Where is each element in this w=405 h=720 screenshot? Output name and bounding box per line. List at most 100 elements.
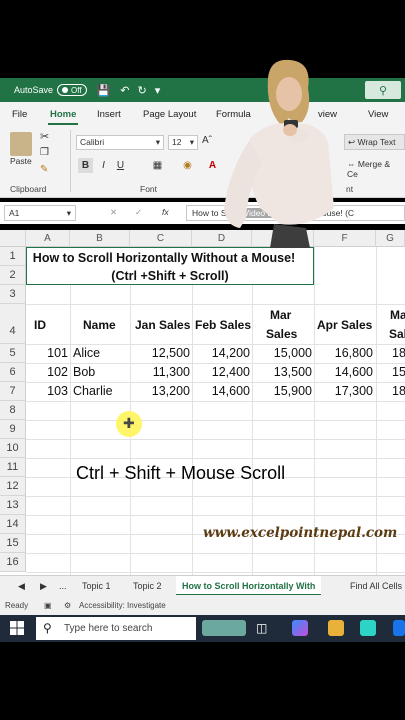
header-mar-line2[interactable]: Sales xyxy=(266,327,297,341)
presenter-figure xyxy=(224,59,334,248)
cell-may[interactable]: 18 xyxy=(392,384,405,398)
row-header[interactable]: 3 xyxy=(0,285,26,304)
header-name[interactable]: Name xyxy=(83,318,116,332)
tab-insert[interactable]: Insert xyxy=(97,109,121,120)
underline-button[interactable]: U xyxy=(113,158,128,173)
tab-page-layout[interactable]: Page Layout xyxy=(143,109,196,120)
tab-file[interactable]: File xyxy=(12,109,27,120)
cell-id[interactable]: 101 xyxy=(26,346,68,360)
app-icon[interactable] xyxy=(393,620,405,636)
column-header-g[interactable]: G xyxy=(376,230,405,247)
cell-apr[interactable]: 17,300 xyxy=(314,384,373,398)
header-jan[interactable]: Jan Sales xyxy=(135,318,190,332)
redo-icon[interactable]: ↻ xyxy=(137,84,146,97)
taskbar-search-box[interactable]: ⚲ Type here to search xyxy=(36,617,196,640)
row-header[interactable]: 6 xyxy=(0,363,26,382)
row-header[interactable]: 8 xyxy=(0,401,26,420)
copy-icon[interactable]: ❐ xyxy=(40,147,49,158)
row-header[interactable]: 12 xyxy=(0,477,26,496)
widgets-icon[interactable] xyxy=(202,620,246,636)
copilot-icon[interactable] xyxy=(292,620,308,636)
cell-may[interactable]: 18 xyxy=(392,346,405,360)
cell-mar[interactable]: 15,900 xyxy=(252,384,312,398)
row-header[interactable]: 4 xyxy=(0,304,26,344)
cell-may[interactable]: 15 xyxy=(392,365,405,379)
cell-apr[interactable]: 14,600 xyxy=(314,365,373,379)
column-header-a[interactable]: A xyxy=(26,230,70,247)
name-box[interactable]: A1 ▾ xyxy=(4,205,76,221)
group-divider xyxy=(70,130,71,192)
header-feb[interactable]: Feb Sales xyxy=(195,318,251,332)
header-mar-line1[interactable]: Mar xyxy=(270,308,291,322)
paste-icon[interactable] xyxy=(10,132,32,156)
cell-jan[interactable]: 13,200 xyxy=(130,384,190,398)
font-size-select[interactable]: 12 ▾ xyxy=(168,135,198,150)
sheet-title-line1: How to Scroll Horizontally Without a Mou… xyxy=(27,251,313,265)
row-header[interactable]: 10 xyxy=(0,439,26,458)
scroll-left-icon[interactable]: ◀ xyxy=(18,581,25,592)
autosave-toggle[interactable]: Off xyxy=(57,84,87,96)
row-header[interactable]: 1 xyxy=(0,247,26,266)
scroll-right-icon[interactable]: ▶ xyxy=(40,581,47,592)
cell-id[interactable]: 102 xyxy=(26,365,68,379)
column-header-c[interactable]: C xyxy=(130,230,192,247)
header-may-line1[interactable]: Ma xyxy=(390,308,405,322)
cell-feb[interactable]: 14,600 xyxy=(192,384,250,398)
task-view-icon[interactable]: ◫ xyxy=(256,621,267,635)
save-icon[interactable]: 💾 xyxy=(97,84,111,97)
header-may-line2[interactable]: Sal xyxy=(389,327,405,341)
enter-icon[interactable]: ✓ xyxy=(135,207,142,218)
windows-start-icon[interactable] xyxy=(10,621,24,635)
sheet-tab-topic-1[interactable]: Topic 1 xyxy=(82,581,111,591)
macro-icon[interactable]: ▣ xyxy=(44,601,52,610)
cell-name[interactable]: Charlie xyxy=(73,384,113,398)
cell-name[interactable]: Bob xyxy=(73,365,95,379)
row-header[interactable]: 14 xyxy=(0,515,26,534)
sheet-tab-topic-2[interactable]: Topic 2 xyxy=(133,581,162,591)
row-header[interactable]: 7 xyxy=(0,382,26,401)
italic-button[interactable]: I xyxy=(96,158,111,173)
accessibility-status[interactable]: Accessibility: Investigate xyxy=(79,601,166,610)
cell-mar[interactable]: 13,500 xyxy=(252,365,312,379)
cell-jan[interactable]: 12,500 xyxy=(130,346,190,360)
paste-label[interactable]: Paste xyxy=(10,156,32,166)
row-header[interactable]: 13 xyxy=(0,496,26,515)
merged-title-cell[interactable]: How to Scroll Horizontally Without a Mou… xyxy=(26,247,314,285)
tab-home[interactable]: Home xyxy=(50,109,76,120)
borders-icon[interactable]: ▦ xyxy=(150,158,165,173)
worksheet-grid[interactable]: A B C D E F G 1 2 3 4 5 6 7 8 9 10 11 12… xyxy=(0,230,405,575)
header-apr[interactable]: Apr Sales xyxy=(317,318,372,332)
undo-icon[interactable]: ↶ xyxy=(120,84,129,97)
font-name-select[interactable]: Calibri ▾ xyxy=(76,135,164,150)
cell-id[interactable]: 103 xyxy=(26,384,68,398)
browser-edge-icon[interactable] xyxy=(360,620,376,636)
sheet-tab-active[interactable]: How to Scroll Horizontally With xyxy=(176,576,322,596)
customize-toolbar-icon[interactable]: ▾ xyxy=(155,84,161,97)
select-all-corner[interactable] xyxy=(0,230,26,247)
fill-color-icon[interactable]: ◉ xyxy=(180,158,195,173)
cell-feb[interactable]: 12,400 xyxy=(192,365,250,379)
cell-feb[interactable]: 14,200 xyxy=(192,346,250,360)
sheet-tab-find-all-cells[interactable]: Find All Cells xyxy=(350,581,402,591)
tab-view[interactable]: View xyxy=(368,109,388,120)
cancel-icon[interactable]: ✕ xyxy=(110,207,117,218)
column-header-b[interactable]: B xyxy=(70,230,130,247)
cell-jan[interactable]: 11,300 xyxy=(130,365,190,379)
row-header[interactable]: 16 xyxy=(0,553,26,572)
header-id[interactable]: ID xyxy=(34,318,46,332)
more-sheets-button[interactable]: ... xyxy=(59,581,67,591)
cut-icon[interactable]: ✂ xyxy=(40,130,49,143)
cell-mar[interactable]: 15,000 xyxy=(252,346,312,360)
row-header[interactable]: 11 xyxy=(0,458,26,477)
format-painter-icon[interactable]: ✎ xyxy=(40,164,48,175)
row-header[interactable]: 9 xyxy=(0,420,26,439)
row-header[interactable]: 15 xyxy=(0,534,26,553)
fx-icon[interactable]: fx xyxy=(162,207,169,217)
bold-button[interactable]: B xyxy=(78,158,93,173)
row-header[interactable]: 5 xyxy=(0,344,26,363)
row-header[interactable]: 2 xyxy=(0,266,26,285)
cell-apr[interactable]: 16,800 xyxy=(314,346,373,360)
cell-name[interactable]: Alice xyxy=(73,346,100,360)
search-icon[interactable]: ⚲ xyxy=(365,81,401,99)
file-explorer-icon[interactable] xyxy=(328,620,344,636)
